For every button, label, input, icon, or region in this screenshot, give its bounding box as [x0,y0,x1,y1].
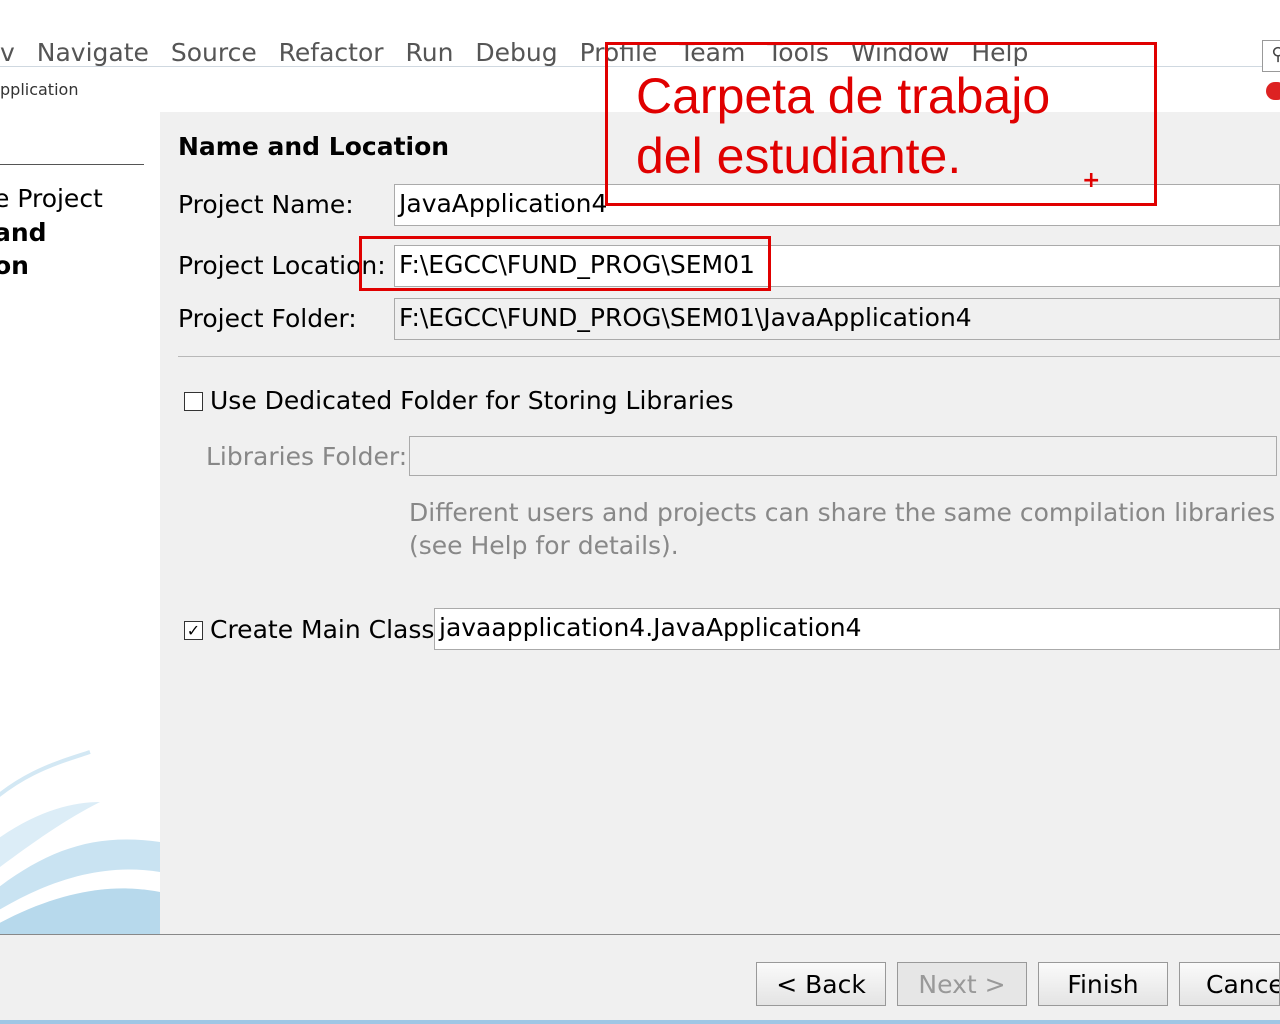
annotation-line2: del estudiante. [636,128,962,184]
project-folder-label: Project Folder: [178,304,357,333]
finish-button[interactable]: Finish [1038,962,1168,1006]
step-name-location-line2: on [0,251,29,280]
menu-item-refactor[interactable]: Refactor [279,38,384,67]
back-button[interactable]: < Back [756,962,886,1006]
libraries-folder-input [409,436,1277,476]
project-location-label: Project Location: [178,251,386,280]
window-border [0,1020,1280,1024]
step-name-location: and on [0,216,47,282]
dialog-title: pplication [0,80,79,99]
create-main-class-checkbox[interactable]: ✓ [184,621,203,640]
dedicated-folder-checkbox[interactable] [184,392,203,411]
location-highlight-box [359,236,771,291]
cancel-button[interactable]: Cancel [1179,962,1280,1006]
menu-item-source[interactable]: Source [171,38,257,67]
create-main-class-label[interactable]: Create Main Class [210,615,434,644]
libraries-help-line2: (see Help for details). [409,531,679,560]
annotation-text: Carpeta de trabajo del estudiante. [636,66,1050,186]
project-name-label: Project Name: [178,190,354,219]
steps-divider [0,164,144,165]
main-class-input[interactable]: javaapplication4.JavaApplication4 [434,608,1280,650]
menu-item-view[interactable]: v [0,38,15,67]
libraries-help-line1: Different users and projects can share t… [409,498,1276,527]
separator [178,356,1280,357]
step-name-location-line1: and [0,218,47,247]
step-choose-project: e Project [0,184,103,213]
next-button[interactable]: Next > [897,962,1027,1006]
search-icon[interactable]: ⚲ [1262,40,1280,72]
record-icon [1266,82,1280,100]
annotation-line1: Carpeta de trabajo [636,68,1051,124]
menu-item-run[interactable]: Run [406,38,454,67]
menu-item-debug[interactable]: Debug [475,38,557,67]
menu-item-navigate[interactable]: Navigate [37,38,149,67]
dedicated-folder-label[interactable]: Use Dedicated Folder for Storing Librari… [210,386,734,415]
project-folder-input: F:\EGCC\FUND_PROG\SEM01\JavaApplication4 [394,298,1280,340]
libraries-folder-label: Libraries Folder: [206,442,408,471]
section-title: Name and Location [178,132,450,161]
cursor-crosshair-icon: + [1082,168,1101,193]
